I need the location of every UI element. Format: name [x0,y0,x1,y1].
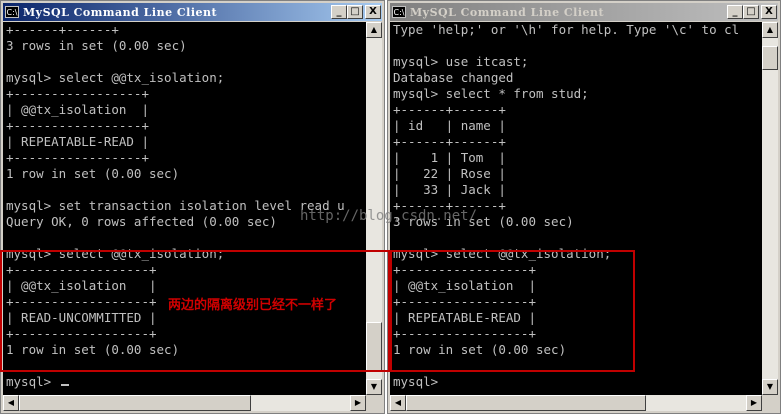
console-line: +-----------------+ [6,150,149,165]
console-line: +-----------------+ [6,86,149,101]
annotation-text: 两边的隔离级别已经不一样了 [168,294,338,313]
scroll-right-arrow-icon[interactable]: ▶ [746,395,762,411]
scroll-left-arrow-icon[interactable]: ◀ [3,395,19,411]
console-line: +------------------+ [6,262,157,277]
horizontal-scroll-thumb[interactable] [406,395,646,411]
scroll-up-arrow-icon[interactable]: ▲ [762,22,778,38]
scroll-down-arrow-icon[interactable]: ▼ [366,379,382,395]
console-line: 3 rows in set (0.00 sec) [6,38,187,53]
resize-corner [762,395,778,411]
console-line: +------+------+ [6,22,119,37]
minimize-button[interactable]: _ [331,5,347,19]
console-line: mysql> use itcast; [393,54,529,69]
console-line: | 1 | Tom | [393,150,506,165]
console-line: +------+------+ [393,134,506,149]
console-line: | @@tx_isolation | [6,102,149,117]
maximize-button[interactable]: □ [347,5,363,19]
console-line: +-----------------+ [393,326,536,341]
console-app-icon[interactable]: C:\ [392,6,406,18]
prompt-text: mysql> [6,374,59,389]
console-line: | id | name | [393,118,506,133]
console-prompt-line[interactable]: mysql> [390,374,762,390]
right-horizontal-scrollbar[interactable]: ◀ ▶ [390,395,762,411]
left-console-window: C:\ MySQL Command Line Client _ □ X +---… [0,0,385,414]
console-line: +------+------+ [393,102,506,117]
left-horizontal-scrollbar[interactable]: ◀ ▶ [3,395,366,411]
scroll-up-arrow-icon[interactable]: ▲ [366,22,382,38]
left-window-title: MySQL Command Line Client [23,5,218,19]
scroll-left-arrow-icon[interactable]: ◀ [390,395,406,411]
console-line: Type 'help;' or '\h' for help. Type '\c'… [393,22,740,37]
resize-corner [366,395,382,411]
console-line: 1 row in set (0.00 sec) [6,342,180,357]
close-button[interactable]: X [365,5,381,19]
console-line: mysql> select @@tx_isolation; [393,246,612,261]
left-window-controls: _ □ X [331,5,381,19]
console-line: mysql> select @@tx_isolation; [6,246,225,261]
console-line: 1 row in set (0.00 sec) [393,342,567,357]
scroll-thumb[interactable] [762,46,778,70]
console-line: +-----------------+ [393,262,536,277]
console-line: Database changed [393,70,514,85]
console-line: mysql> select @@tx_isolation; [6,70,225,85]
right-window-title: MySQL Command Line Client [410,5,605,19]
console-line: | 33 | Jack | [393,182,506,197]
console-line: | REPEATABLE-READ | [6,134,149,149]
scroll-right-arrow-icon[interactable]: ▶ [350,395,366,411]
console-line: | 22 | Rose | [393,166,506,181]
console-line: +-----------------+ [393,294,536,309]
scroll-thumb[interactable] [366,322,382,372]
close-button[interactable]: X [761,5,777,19]
left-title-bar[interactable]: C:\ MySQL Command Line Client _ □ X [3,3,382,21]
right-console-window: C:\ MySQL Command Line Client _ □ X Type… [387,0,781,414]
right-title-bar[interactable]: C:\ MySQL Command Line Client _ □ X [390,3,778,21]
console-line: | REPEATABLE-READ | [393,310,536,325]
console-line: mysql> select * from stud; [393,86,589,101]
right-window-controls: _ □ X [727,5,777,19]
scroll-down-arrow-icon[interactable]: ▼ [762,379,778,395]
minimize-button[interactable]: _ [727,5,743,19]
console-prompt-line[interactable]: mysql> [3,374,366,390]
console-line: +-----------------+ [6,118,149,133]
right-vertical-scrollbar[interactable]: ▲ ▼ [762,22,778,395]
maximize-button[interactable]: □ [743,5,759,19]
horizontal-scroll-thumb[interactable] [19,395,251,411]
console-line: | @@tx_isolation | [393,278,536,293]
text-cursor [60,384,69,386]
console-app-icon[interactable]: C:\ [5,6,19,18]
console-line: 1 row in set (0.00 sec) [6,166,180,181]
watermark-text: http://blog.csdn.net/ [300,208,478,224]
console-line: | @@tx_isolation | [6,278,157,293]
console-line: +------------------+ [6,326,157,341]
